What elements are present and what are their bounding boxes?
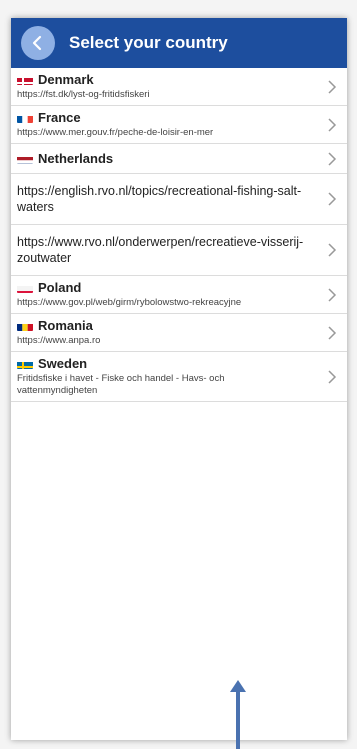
link-url: https://english.rvo.nl/topics/recreation…: [17, 184, 302, 214]
netherlands-flag-icon: [17, 154, 33, 164]
country-url: https://www.gov.pl/web/girm/rybolowstwo-…: [17, 297, 242, 308]
chevron-right-icon: [328, 369, 337, 384]
poland-flag-icon: [17, 283, 33, 293]
chevron-right-icon: [328, 192, 337, 206]
country-name: Denmark: [38, 72, 94, 87]
sweden-flag-icon: [17, 359, 33, 369]
chevron-right-icon: [328, 287, 337, 302]
country-name: Netherlands: [38, 151, 114, 166]
country-url: https://fst.dk/lyst-og-fritidsfiskeri: [17, 89, 150, 100]
country-list: Denmark https://fst.dk/lyst-og-fritidsfi…: [11, 68, 347, 402]
header-bar: Select your country: [11, 18, 347, 68]
chevron-right-icon: [328, 243, 337, 257]
link-row[interactable]: https://english.rvo.nl/topics/recreation…: [11, 174, 347, 225]
link-url: https://www.rvo.nl/onderwerpen/recreatie…: [17, 235, 304, 265]
screen-background: Select your country Denmark https://fst.…: [0, 0, 357, 749]
country-name: Sweden: [38, 356, 88, 371]
country-row-romania[interactable]: Romania https://www.anpa.ro: [11, 314, 347, 352]
romania-flag-icon: [17, 321, 33, 331]
chevron-right-icon: [328, 79, 337, 94]
country-name: Poland: [38, 280, 82, 295]
country-url: https://www.anpa.ro: [17, 335, 101, 346]
app-frame: Select your country Denmark https://fst.…: [11, 18, 347, 740]
country-url: Fritidsfiske i havet - Fiske och handel …: [17, 373, 225, 396]
country-url: https://www.mer.gouv.fr/peche-de-loisir-…: [17, 127, 214, 138]
chevron-right-icon: [328, 151, 337, 166]
france-flag-icon: [17, 113, 33, 123]
arrow-up-icon: [230, 680, 246, 749]
country-name: France: [38, 110, 81, 125]
country-name: Romania: [38, 318, 93, 333]
chevron-left-icon: [32, 35, 42, 51]
back-button[interactable]: [21, 26, 55, 60]
page-title: Select your country: [69, 33, 228, 52]
country-row-poland[interactable]: Poland https://www.gov.pl/web/girm/rybol…: [11, 276, 347, 314]
country-row-denmark[interactable]: Denmark https://fst.dk/lyst-og-fritidsfi…: [11, 68, 347, 106]
country-row-netherlands[interactable]: Netherlands: [11, 144, 347, 174]
chevron-right-icon: [328, 325, 337, 340]
country-row-france[interactable]: France https://www.mer.gouv.fr/peche-de-…: [11, 106, 347, 144]
link-row[interactable]: https://www.rvo.nl/onderwerpen/recreatie…: [11, 225, 347, 276]
chevron-right-icon: [328, 117, 337, 132]
country-row-sweden[interactable]: Sweden Fritidsfiske i havet - Fiske och …: [11, 352, 347, 402]
denmark-flag-icon: [17, 75, 33, 85]
